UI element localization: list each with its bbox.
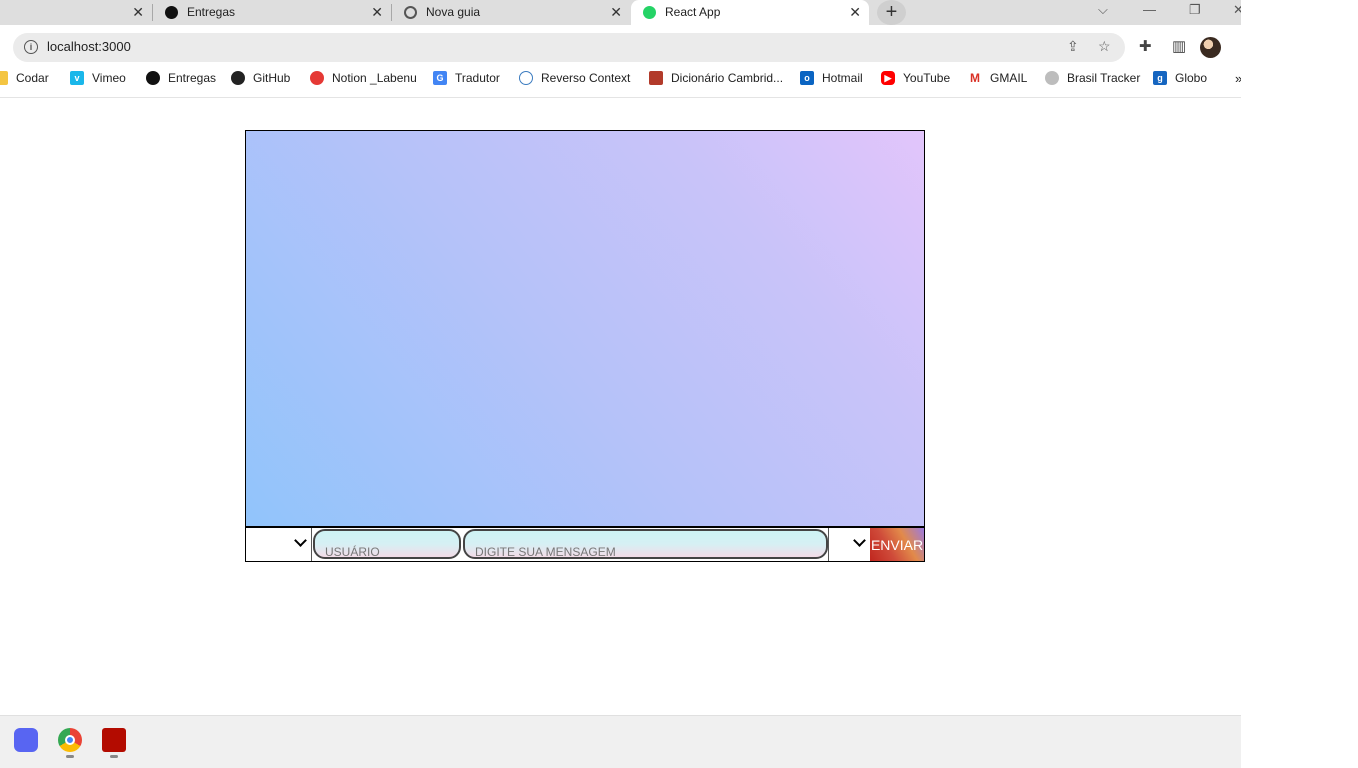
tab-search-icon[interactable]: ⌵ <box>1098 2 1108 18</box>
bookmark-label: GMAIL <box>990 71 1028 85</box>
outlook-icon: o <box>800 71 814 85</box>
close-window-icon[interactable]: ✕ <box>1233 2 1241 18</box>
bookmark-cambridge[interactable]: Dicionário Cambrid... <box>649 71 783 85</box>
tab-nova-guia[interactable]: Nova guia ✕ <box>392 0 630 25</box>
bookmark-gmail[interactable]: M GMAIL <box>968 71 1027 85</box>
bookmark-label: GitHub <box>253 71 291 85</box>
share-icon[interactable]: ⇪ <box>1067 38 1079 55</box>
circle-icon <box>165 6 178 19</box>
chrome-icon <box>404 6 417 19</box>
bookmark-brasil-tracker[interactable]: Brasil Tracker <box>1045 71 1140 85</box>
restore-icon[interactable]: ❐ <box>1189 2 1201 18</box>
circle-icon <box>146 71 160 85</box>
folder-icon <box>0 71 8 85</box>
bookmark-label: Dicionário Cambrid... <box>671 71 784 85</box>
side-panel-icon[interactable]: ▥ <box>1172 37 1186 55</box>
bookmark-label: Hotmail <box>822 71 863 85</box>
bookmark-label: Brasil Tracker <box>1067 71 1141 85</box>
cambridge-icon <box>649 71 663 85</box>
avatar[interactable] <box>1200 37 1221 58</box>
bookmark-label: Reverso Context <box>541 71 631 85</box>
username-input[interactable]: USUÁRIO <box>313 529 461 559</box>
options-select[interactable] <box>828 528 870 561</box>
bookmark-vimeo[interactable]: v Vimeo <box>70 71 126 85</box>
bookmark-tradutor[interactable]: G Tradutor <box>433 71 500 85</box>
lock-icon <box>1045 71 1059 85</box>
bookmark-youtube[interactable]: ▶ YouTube <box>881 71 950 85</box>
tab-react-app[interactable]: React App ✕ <box>631 0 869 25</box>
message-input[interactable]: DIGITE SUA MENSAGEM <box>463 529 828 559</box>
acrobat-icon[interactable] <box>102 728 126 752</box>
bookmark-label: Globo <box>1175 71 1208 85</box>
tab-title: Entregas <box>187 5 236 19</box>
bookmarks-bar: Codar v Vimeo Entregas GitHub Notion _La… <box>0 65 1241 98</box>
chevron-down-icon <box>853 534 866 547</box>
tab-partial[interactable]: ✕ <box>0 0 152 25</box>
taskbar <box>0 715 1241 768</box>
url-text[interactable]: localhost:3000 <box>47 39 131 54</box>
github-icon <box>231 71 245 85</box>
bookmark-reverso[interactable]: Reverso Context <box>519 71 630 85</box>
translate-icon: G <box>433 71 447 85</box>
gmail-icon: M <box>968 71 982 85</box>
message-placeholder: DIGITE SUA MENSAGEM <box>475 545 616 559</box>
tab-close-icon[interactable]: ✕ <box>132 3 144 21</box>
extensions-icon[interactable]: ✚ <box>1139 37 1152 55</box>
messages-area <box>246 131 924 526</box>
apple-icon <box>310 71 324 85</box>
running-indicator <box>110 755 118 758</box>
bookmark-globo[interactable]: g Globo <box>1153 71 1207 85</box>
tab-title: React App <box>665 5 721 19</box>
bookmark-github[interactable]: GitHub <box>231 71 290 85</box>
running-indicator <box>66 755 74 758</box>
tab-entregas[interactable]: Entregas ✕ <box>153 0 391 25</box>
tab-title: Nova guia <box>426 5 481 19</box>
chrome-icon[interactable] <box>58 728 82 752</box>
bookmark-notion[interactable]: Notion _Labenu <box>310 71 417 85</box>
bookmark-label: YouTube <box>903 71 951 85</box>
address-bar[interactable]: i localhost:3000 ⇪ ☆ <box>13 33 1125 62</box>
minimize-icon[interactable]: — <box>1143 2 1156 17</box>
screen: ✕ Entregas ✕ Nova guia ✕ React App ✕ + ⌵… <box>0 0 1241 768</box>
youtube-icon: ▶ <box>881 71 895 85</box>
whatsapp-icon <box>643 6 656 19</box>
tab-close-icon[interactable]: ✕ <box>849 3 861 21</box>
browser-toolbar: i localhost:3000 ⇪ ☆ ✚ ▥ <box>0 25 1241 65</box>
star-icon[interactable]: ☆ <box>1098 38 1111 55</box>
info-icon[interactable]: i <box>24 40 38 54</box>
tab-close-icon[interactable]: ✕ <box>610 3 622 21</box>
bookmark-label: Notion _Labenu <box>332 71 417 85</box>
tab-close-icon[interactable]: ✕ <box>371 3 383 21</box>
bookmark-label: Codar <box>16 71 49 85</box>
tab-strip: ✕ Entregas ✕ Nova guia ✕ React App ✕ + ⌵… <box>0 0 1241 25</box>
bookmark-label: Vimeo <box>92 71 126 85</box>
discord-icon[interactable] <box>14 728 38 752</box>
chat-app: USUÁRIO DIGITE SUA MENSAGEM ENVIAR <box>245 130 925 562</box>
reverso-icon <box>519 71 533 85</box>
user-select[interactable] <box>246 528 312 561</box>
bookmark-entregas[interactable]: Entregas <box>146 71 216 85</box>
globo-icon: g <box>1153 71 1167 85</box>
bookmark-label: Tradutor <box>455 71 500 85</box>
bookmark-hotmail[interactable]: o Hotmail <box>800 71 863 85</box>
more-bookmarks-button[interactable]: » <box>1235 71 1241 86</box>
bookmark-label: Entregas <box>168 71 217 85</box>
username-placeholder: USUÁRIO <box>325 545 380 559</box>
chevron-down-icon <box>294 534 307 547</box>
bookmark-codar[interactable]: Codar <box>0 71 49 85</box>
send-button[interactable]: ENVIAR <box>870 528 924 561</box>
vimeo-icon: v <box>70 71 84 85</box>
new-tab-button[interactable]: + <box>877 0 906 25</box>
message-composer: USUÁRIO DIGITE SUA MENSAGEM ENVIAR <box>246 526 924 561</box>
